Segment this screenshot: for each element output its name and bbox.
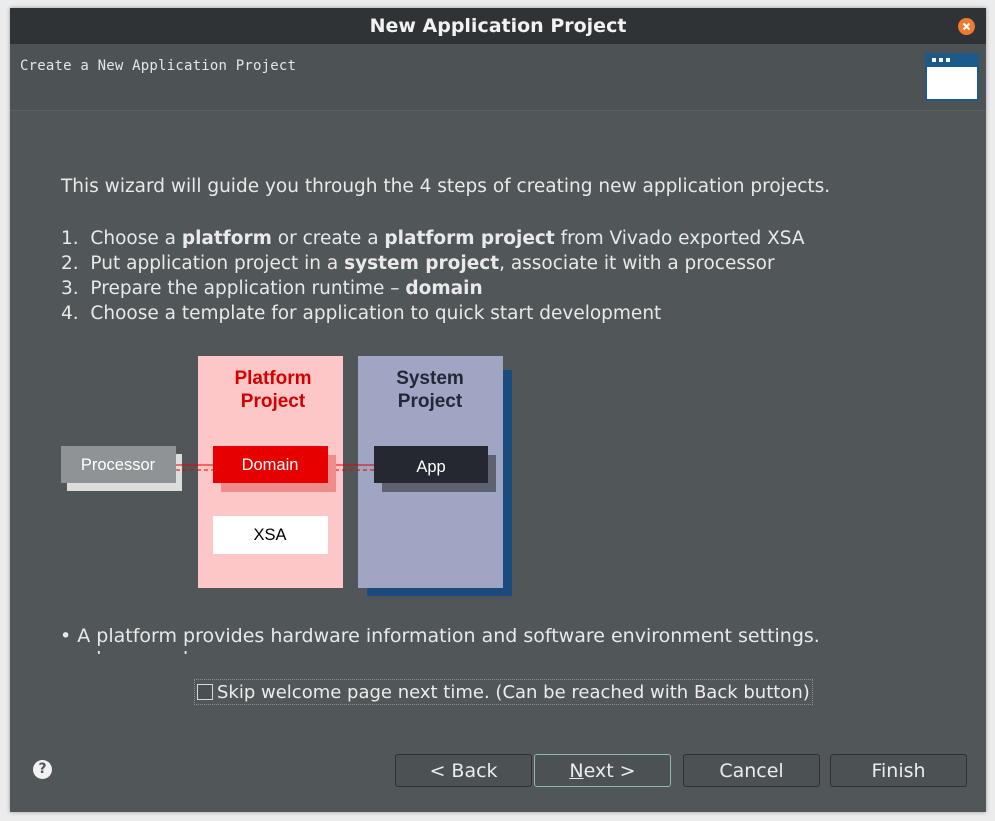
wizard-header: Create a New Application Project	[10, 44, 986, 111]
app-shadow	[382, 455, 496, 492]
title-bar: New Application Project	[10, 8, 986, 44]
app-label: App	[416, 458, 445, 476]
checkbox-box[interactable]	[197, 684, 213, 700]
processor-label: Processor	[81, 456, 156, 474]
step-2: 2. Put application project in a system p…	[61, 253, 775, 274]
finish-button[interactable]: Finish	[830, 754, 967, 787]
back-button[interactable]: < Back	[395, 754, 532, 787]
platform-note: • A platform provides hardware informati…	[60, 625, 820, 647]
next-button[interactable]: Next >	[534, 754, 671, 787]
skip-welcome-checkbox[interactable]: Skip welcome page next time. (Can be rea…	[194, 679, 813, 705]
steps-list: 1. Choose a platform or create a platfor…	[61, 226, 805, 326]
step-4: 4. Choose a template for application to …	[61, 303, 662, 324]
skip-welcome-label[interactable]: Skip welcome page next time. (Can be rea…	[217, 682, 810, 703]
domain-label: Domain	[242, 456, 299, 474]
dialog-window: New Application Project Create a New App…	[10, 8, 986, 812]
app-box	[374, 446, 488, 483]
xsa-box	[213, 516, 328, 554]
system-title-line2: Project	[398, 391, 463, 412]
clipped-note-line: • A platform provides hardware informati…	[60, 651, 780, 657]
wizard-window-icon	[925, 53, 979, 101]
platform-project-box	[198, 356, 343, 588]
intro-text: This wizard will guide you through the 4…	[61, 176, 831, 197]
platform-title-line2: Project	[241, 391, 306, 412]
step-3: 3. Prepare the application runtime – dom…	[61, 278, 483, 299]
close-icon[interactable]	[958, 18, 975, 35]
step-1: 1. Choose a platform or create a platfor…	[61, 228, 805, 249]
system-project-shadow	[367, 370, 512, 596]
processor-box	[61, 446, 176, 483]
xsa-label: XSA	[253, 526, 286, 544]
domain-box	[213, 446, 328, 483]
processor-shadow	[67, 454, 182, 491]
cancel-button[interactable]: Cancel	[683, 754, 820, 787]
wizard-subtitle: Create a New Application Project	[20, 58, 297, 74]
domain-shadow	[221, 455, 336, 492]
system-title-line1: System	[396, 368, 464, 389]
window-title: New Application Project	[369, 15, 627, 37]
help-icon[interactable]: ?	[33, 760, 52, 779]
system-project-box	[358, 356, 503, 588]
platform-title-line1: Platform	[234, 368, 311, 389]
